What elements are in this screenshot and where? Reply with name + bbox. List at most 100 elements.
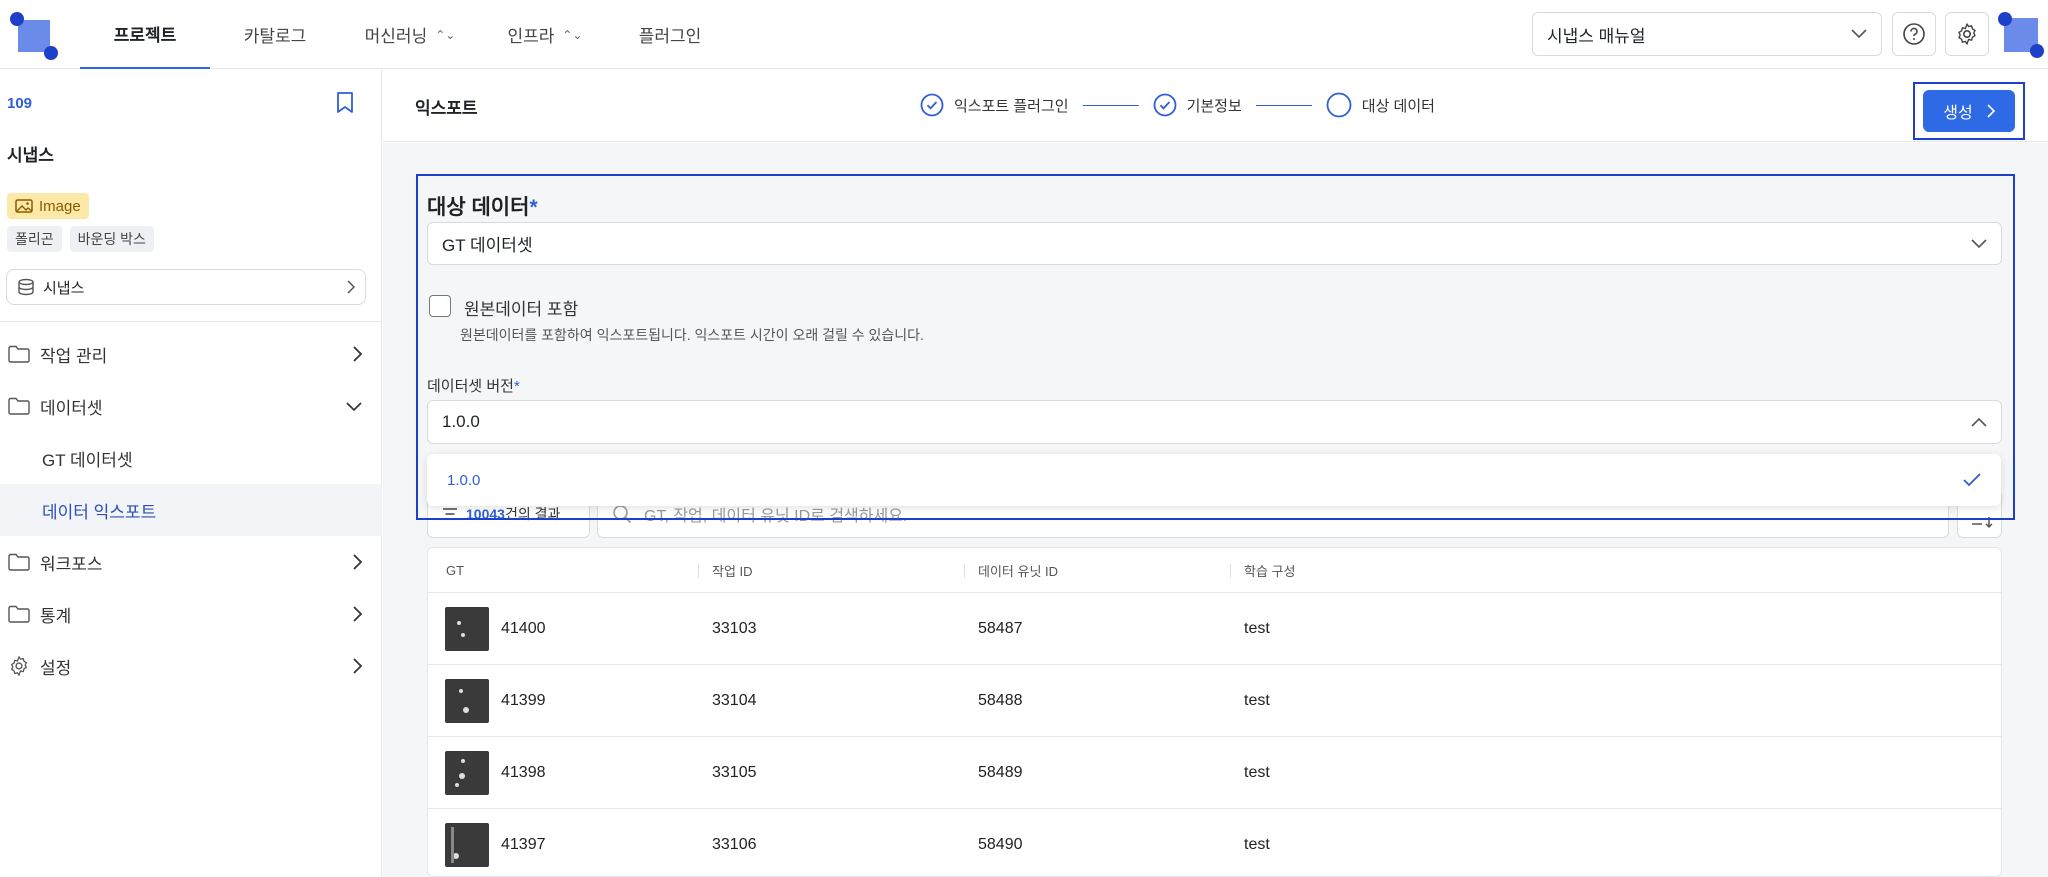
table-row[interactable]: 41399 33104 58488 test bbox=[428, 665, 2001, 737]
chevron-right-icon bbox=[353, 554, 362, 570]
annotation-tags: 폴리곤 바운딩 박스 bbox=[7, 226, 154, 252]
cell-gt: 41398 bbox=[501, 764, 546, 781]
table-row[interactable]: 41400 33103 58487 test bbox=[428, 593, 2001, 665]
gear-icon bbox=[11, 656, 27, 676]
nav-tab-machine-learning[interactable]: 머신러닝 ⌃⌄ bbox=[340, 0, 480, 69]
step-connector bbox=[1255, 104, 1312, 106]
empty-circle-icon bbox=[1326, 92, 1352, 118]
cell-gt: 41397 bbox=[501, 836, 546, 853]
main-nav: 프로젝트 카탈로그 머신러닝 ⌃⌄ 인프라 ⌃⌄ 플러그인 bbox=[80, 0, 730, 69]
sidebar-item-label: 통계 bbox=[40, 606, 72, 626]
step-connector bbox=[1082, 104, 1139, 106]
cell-split: test bbox=[1244, 764, 1270, 781]
folder-icon bbox=[8, 345, 30, 363]
sidebar: 109 시냅스 Image 폴리곤 바운딩 박스 시냅스 작업 관리 데이터셋 … bbox=[0, 70, 382, 877]
cell-gt: 41399 bbox=[501, 692, 546, 709]
sidebar-item-work-management[interactable]: 작업 관리 bbox=[0, 328, 382, 380]
sidebar-subitem-label: GT 데이터셋 bbox=[42, 450, 133, 470]
help-icon bbox=[1903, 23, 1925, 45]
nav-tab-projects[interactable]: 프로젝트 bbox=[80, 0, 210, 69]
gt-table: GT 작업 ID 데이터 유닛 ID 학습 구성 41400 33103 584… bbox=[427, 547, 2002, 877]
chevron-right-icon bbox=[347, 280, 355, 294]
data-type-badge: Image bbox=[7, 193, 89, 219]
cell-task-id: 33104 bbox=[712, 692, 757, 709]
settings-button[interactable] bbox=[1945, 12, 1989, 56]
cell-unit-id: 58489 bbox=[978, 764, 1023, 781]
page-header: 익스포트 익스포트 플러그인 기본정보 대상 데이터 생성 bbox=[383, 70, 2048, 142]
sidebar-subitem-gt-dataset[interactable]: GT 데이터셋 bbox=[0, 432, 382, 484]
nav-tab-infra[interactable]: 인프라 ⌃⌄ bbox=[480, 0, 610, 69]
column-header-split[interactable]: 학습 구성 bbox=[1230, 548, 1295, 593]
step-label: 대상 데이터 bbox=[1361, 97, 1435, 115]
create-button-label: 생성 bbox=[1943, 105, 1973, 122]
app-logo[interactable] bbox=[10, 12, 58, 60]
tag-bounding-box: 바운딩 박스 bbox=[69, 226, 154, 252]
page-title: 익스포트 bbox=[415, 99, 478, 118]
dataset-selector-label: 시냅스 bbox=[43, 279, 85, 297]
cell-task-id: 33103 bbox=[712, 620, 757, 637]
folder-icon bbox=[8, 553, 30, 571]
step-label: 익스포트 플러그인 bbox=[954, 97, 1069, 115]
table-header: GT 작업 ID 데이터 유닛 ID 학습 구성 bbox=[428, 548, 2001, 593]
column-header-gt[interactable]: GT bbox=[446, 548, 464, 593]
sidebar-item-label: 워크포스 bbox=[40, 554, 103, 574]
data-type-label: Image bbox=[39, 197, 81, 215]
gear-icon bbox=[1958, 23, 1976, 45]
bookmark-button[interactable] bbox=[336, 92, 354, 119]
sidebar-item-workforce[interactable]: 워크포스 bbox=[0, 536, 382, 588]
nav-tab-catalog[interactable]: 카탈로그 bbox=[210, 0, 340, 69]
cell-task-id: 33106 bbox=[712, 836, 757, 853]
sidebar-subitem-data-export[interactable]: 데이터 익스포트 bbox=[0, 484, 382, 536]
nav-tab-plugins[interactable]: 플러그인 bbox=[610, 0, 730, 69]
step-label: 기본정보 bbox=[1186, 97, 1242, 115]
database-icon bbox=[18, 278, 34, 296]
column-header-task-id[interactable]: 작업 ID bbox=[698, 548, 753, 593]
image-icon bbox=[15, 199, 33, 213]
tag-polygon: 폴리곤 bbox=[7, 226, 62, 252]
gt-thumbnail bbox=[445, 607, 489, 651]
sidebar-item-label: 데이터셋 bbox=[40, 398, 103, 418]
column-header-unit-id[interactable]: 데이터 유닛 ID bbox=[964, 548, 1058, 593]
manual-select-value: 시냅스 매뉴얼 bbox=[1547, 26, 1646, 46]
create-button-highlight: 생성 bbox=[1913, 82, 2025, 140]
table-row[interactable]: 41398 33105 58489 test bbox=[428, 737, 2001, 809]
sidebar-item-statistics[interactable]: 통계 bbox=[0, 588, 382, 640]
chevron-right-icon bbox=[353, 346, 362, 362]
table-row[interactable]: 41397 33106 58490 test bbox=[428, 809, 2001, 876]
sidebar-item-label: 작업 관리 bbox=[40, 346, 108, 366]
manual-select[interactable]: 시냅스 매뉴얼 bbox=[1532, 12, 1882, 56]
sidebar-item-dataset[interactable]: 데이터셋 bbox=[0, 380, 382, 432]
cell-task-id: 33105 bbox=[712, 764, 757, 781]
cell-split: test bbox=[1244, 620, 1270, 637]
step-target-data[interactable]: 대상 데이터 bbox=[1326, 92, 1435, 118]
cell-split: test bbox=[1244, 692, 1270, 709]
user-avatar[interactable] bbox=[1998, 12, 2044, 58]
step-export-plugin[interactable]: 익스포트 플러그인 bbox=[920, 93, 1069, 117]
chevron-right-icon bbox=[1987, 104, 1995, 118]
export-stepper: 익스포트 플러그인 기본정보 대상 데이터 bbox=[920, 92, 1435, 118]
chevron-down-icon bbox=[1851, 29, 1867, 39]
project-id: 109 bbox=[7, 95, 33, 112]
check-circle-icon bbox=[920, 93, 944, 117]
create-button[interactable]: 생성 bbox=[1923, 90, 2015, 132]
cell-split: test bbox=[1244, 836, 1270, 853]
chevron-updown-icon: ⌃⌄ bbox=[435, 27, 456, 42]
sidebar-divider bbox=[0, 321, 382, 322]
cell-unit-id: 58487 bbox=[978, 620, 1023, 637]
sidebar-item-label: 설정 bbox=[40, 658, 72, 678]
check-circle-icon bbox=[1153, 93, 1176, 117]
cell-unit-id: 58488 bbox=[978, 692, 1023, 709]
dataset-selector[interactable]: 시냅스 bbox=[6, 269, 366, 305]
chevron-right-icon bbox=[353, 606, 362, 622]
chevron-down-icon bbox=[346, 401, 362, 411]
step-basic-info[interactable]: 기본정보 bbox=[1153, 93, 1242, 117]
help-button[interactable] bbox=[1892, 12, 1936, 56]
sidebar-subitem-label: 데이터 익스포트 bbox=[42, 502, 157, 522]
chevron-right-icon bbox=[353, 658, 362, 674]
bookmark-icon bbox=[337, 92, 353, 113]
gt-thumbnail bbox=[445, 679, 489, 723]
gt-thumbnail bbox=[445, 823, 489, 867]
project-name: 시냅스 bbox=[7, 146, 54, 165]
sidebar-item-settings[interactable]: 설정 bbox=[0, 640, 382, 692]
folder-icon bbox=[8, 397, 30, 415]
